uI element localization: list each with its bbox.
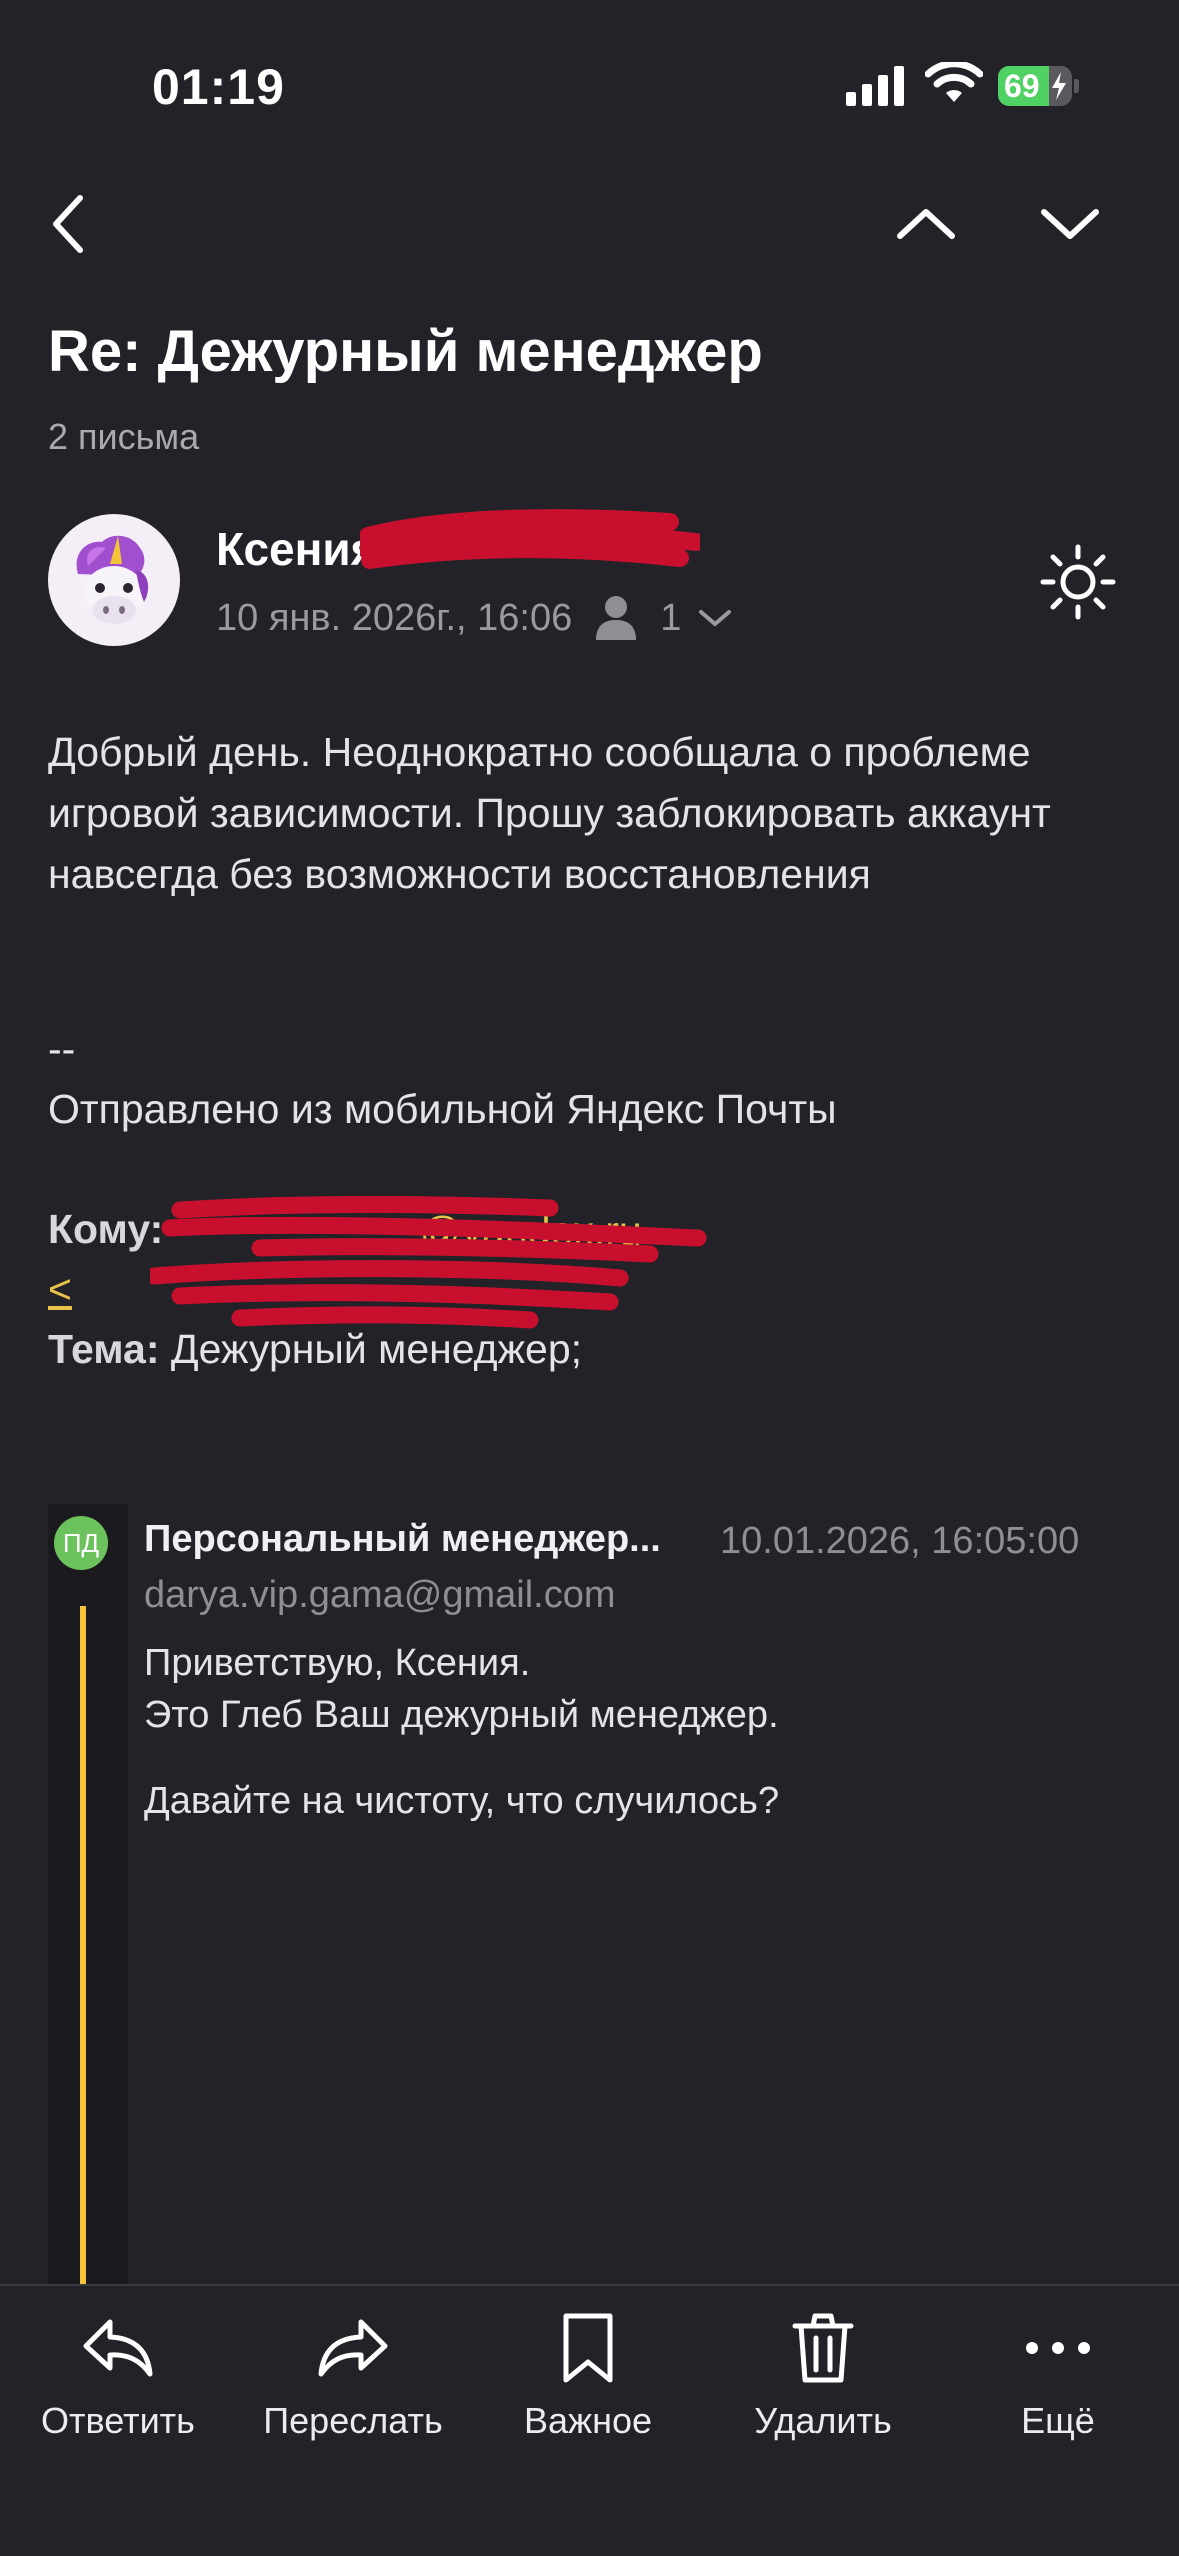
delete-label: Удалить [754, 2400, 892, 2441]
chevron-down-icon [1041, 209, 1099, 239]
quote-panel [48, 1504, 128, 2284]
signature-text: Отправлено из мобильной Яндекс Почты [48, 1086, 837, 1132]
message-body: Добрый день. Неоднократно сообщала о про… [48, 729, 1051, 897]
to-address-link[interactable]: @yandex.ru [420, 1208, 642, 1255]
chevron-left-icon [53, 195, 83, 253]
sender-avatar[interactable] [48, 514, 180, 646]
quoted-line: Приветствую, Ксения. [144, 1642, 531, 1684]
forward-icon [318, 2319, 388, 2377]
forward-button[interactable]: Переслать [253, 2310, 453, 2442]
reply-label: Ответить [41, 2400, 195, 2441]
quoted-date: 10.01.2026, 16:05:00 [720, 1520, 1080, 1562]
topic-line: Тема: Дежурный менеджер; [48, 1326, 582, 1373]
important-button[interactable]: Важное [488, 2310, 688, 2442]
battery-percent: 69 [1004, 68, 1040, 104]
quoted-line: Давайте на чистоту, что случилось? [144, 1780, 780, 1822]
to-address-link-2[interactable]: < [48, 1266, 72, 1313]
previous-message-button[interactable] [886, 184, 966, 264]
quoted-sender-avatar: ПД [54, 1516, 108, 1570]
quoted-sender-name: Персональный менеджер... [144, 1518, 661, 1560]
more-button[interactable]: Ещё [958, 2310, 1158, 2442]
reply-icon [83, 2319, 153, 2377]
quote-accent-bar [80, 1606, 86, 2286]
chevron-up-icon [897, 209, 955, 239]
person-icon [596, 596, 637, 640]
message-meta[interactable]: 10 янв. 2026г., 16:06 1 [216, 594, 733, 642]
quoted-email: darya.vip.gama@gmail.com [144, 1574, 616, 1616]
topic-label: Тема: [48, 1326, 160, 1372]
sender-name[interactable]: Ксения [216, 522, 378, 576]
important-label: Важное [523, 2400, 653, 2441]
redaction-scribble [360, 509, 700, 569]
theme-toggle-icon[interactable] [1040, 544, 1116, 620]
chevron-down-icon [699, 610, 732, 627]
back-button[interactable] [28, 184, 108, 264]
more-dots-icon [1026, 2342, 1090, 2354]
message-date: 10 янв. 2026г., 16:06 [216, 596, 573, 639]
thread-message-count: 2 письма [48, 416, 200, 457]
battery-indicator: 69 [998, 66, 1080, 106]
to-label: Кому: [48, 1206, 164, 1252]
status-time: 01:19 [152, 59, 285, 115]
topic-value: Дежурный менеджер; [159, 1326, 583, 1372]
charging-bolt-icon [1052, 72, 1066, 100]
signature-separator: -- [48, 1026, 76, 1072]
reply-button[interactable]: Ответить [18, 2310, 218, 2442]
bookmark-icon [563, 2313, 613, 2383]
forward-label: Переслать [263, 2400, 443, 2441]
more-label: Ещё [1021, 2400, 1095, 2441]
wifi-icon [925, 62, 983, 102]
unicorn-avatar-icon [76, 535, 149, 624]
quoted-line: Это Глеб Ваш дежурный менеджер. [144, 1694, 779, 1736]
recipients-count: 1 [660, 596, 682, 639]
thread-subject: Re: Дежурный менеджер [48, 319, 763, 384]
trash-icon [792, 2313, 854, 2383]
cellular-signal-icon [846, 66, 904, 106]
delete-button[interactable]: Удалить [723, 2310, 923, 2442]
next-message-button[interactable] [1030, 184, 1110, 264]
